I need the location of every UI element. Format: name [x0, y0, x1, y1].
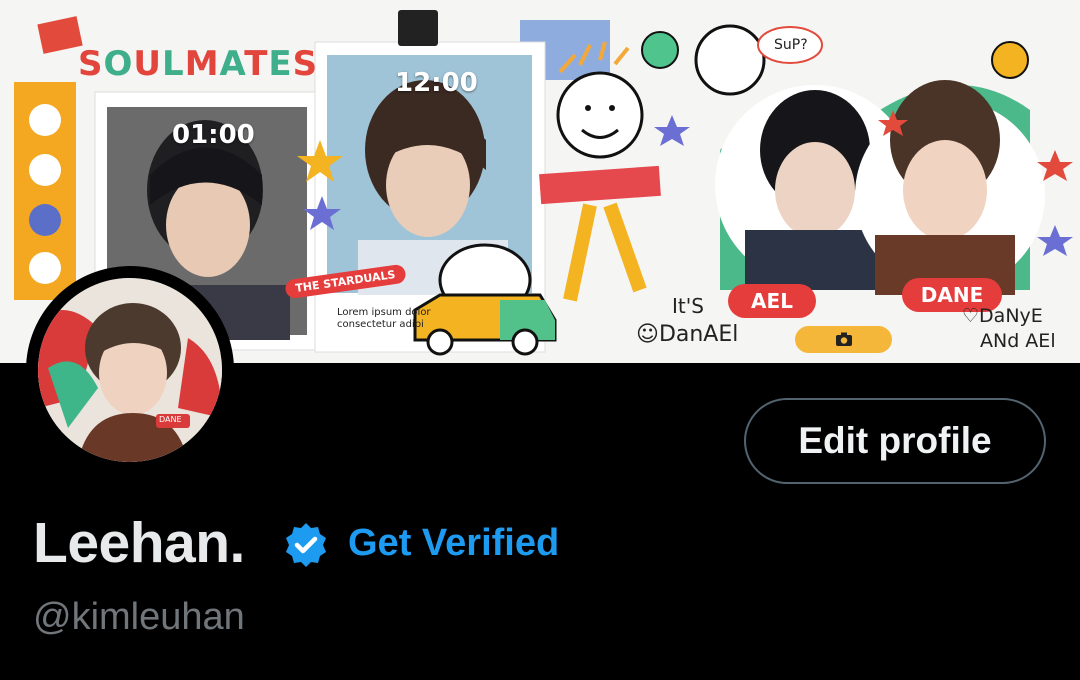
banner-clock-left: 01:00: [172, 120, 255, 150]
banner-danye-2: ANd AEl: [980, 330, 1056, 352]
avatar-image: [38, 278, 222, 462]
change-banner-button[interactable]: [795, 326, 892, 353]
banner-danael-text: DanAEl: [658, 322, 739, 347]
banner-its: It'S: [672, 294, 704, 318]
camera-icon: [835, 332, 852, 346]
get-verified-link[interactable]: Get Verified: [348, 522, 559, 565]
banner-clock-center: 12:00: [395, 68, 478, 98]
banner-danael: ☺DanAEl: [636, 322, 739, 347]
banner-danye-1-text: DaNyE: [979, 305, 1043, 327]
display-name: Leehan.: [33, 511, 245, 575]
banner-speech-bubble: SuP?: [774, 37, 808, 53]
avatar-tag: DANE: [159, 415, 182, 424]
banner-lorem-2: consectetur adipi: [337, 319, 424, 330]
verified-badge-icon: [286, 523, 326, 567]
avatar[interactable]: DANE: [38, 278, 222, 462]
banner-danye-1: ♡DaNyE: [962, 305, 1043, 327]
banner-label-ael: AEL: [728, 284, 816, 318]
user-handle: @kimleuhan: [33, 596, 245, 638]
banner-lorem-1: Lorem ipsum dolor: [337, 307, 431, 318]
edit-profile-button[interactable]: Edit profile: [744, 398, 1046, 484]
banner-title: SOULMATES: [78, 44, 319, 84]
